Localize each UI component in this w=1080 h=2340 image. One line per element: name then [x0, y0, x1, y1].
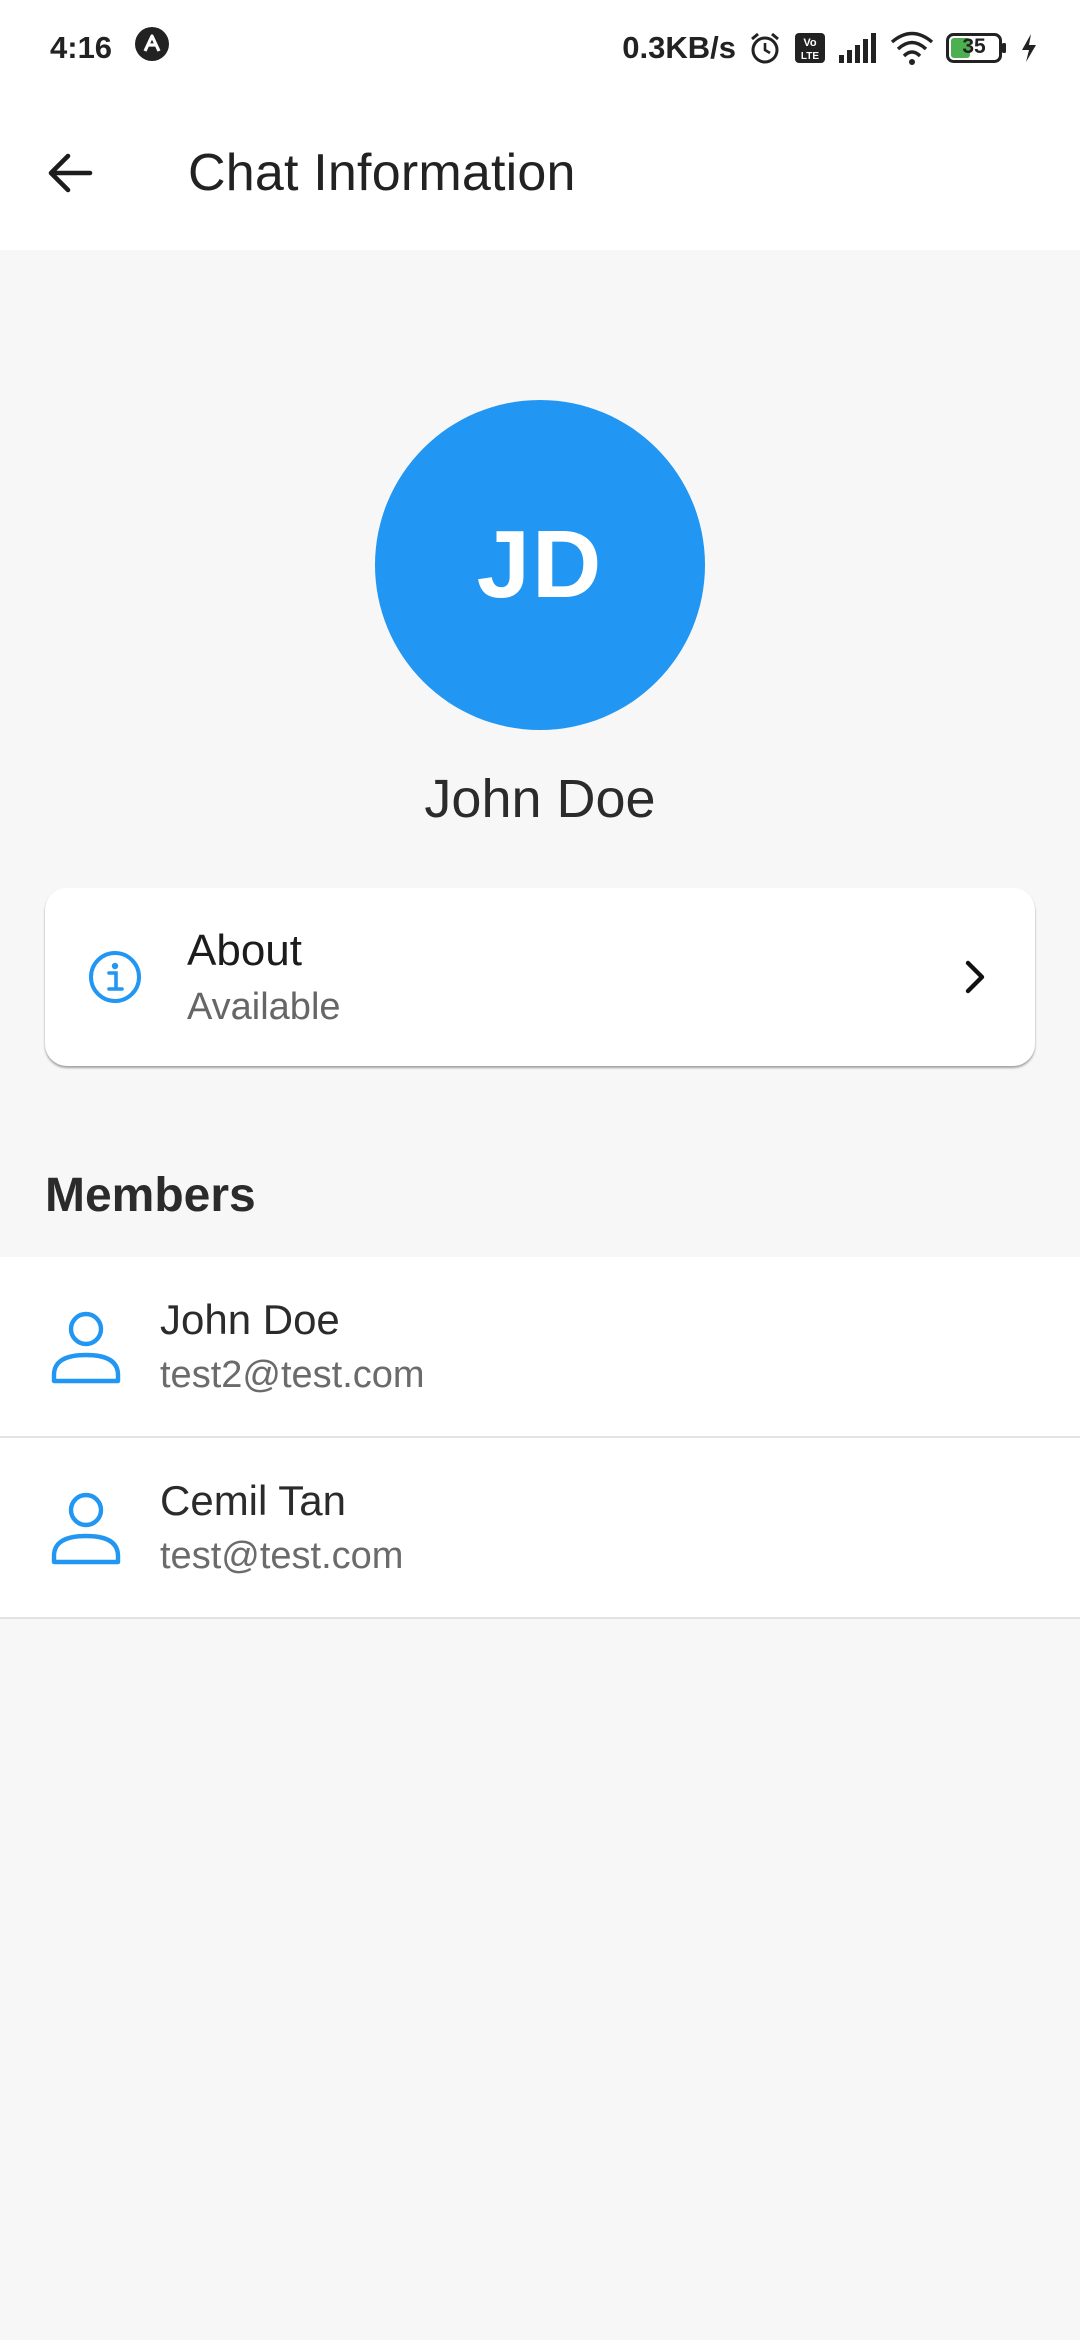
avatar: JD: [375, 400, 705, 730]
member-email: test@test.com: [160, 1535, 404, 1577]
member-email: test2@test.com: [160, 1354, 425, 1396]
signal-icon: [838, 33, 878, 63]
members-heading: Members: [45, 1169, 256, 1222]
status-right: 0.3KB/s Vo LTE 35: [622, 30, 1038, 66]
status-left: 4:16: [50, 26, 170, 70]
profile-name: John Doe: [424, 769, 656, 829]
avatar-initials: JD: [476, 511, 604, 618]
status-time: 4:16: [50, 30, 113, 65]
chevron-right-icon: [965, 960, 985, 994]
info-icon: [89, 951, 141, 1003]
member-item[interactable]: Cemil Tan test@test.com: [0, 1438, 1080, 1619]
volte-icon: Vo LTE: [794, 32, 826, 64]
member-text: John Doe test2@test.com: [160, 1296, 425, 1397]
back-button[interactable]: [0, 96, 140, 250]
svg-text:LTE: LTE: [801, 51, 819, 62]
battery-icon: 35: [946, 33, 1008, 63]
page-title: Chat Information: [188, 144, 576, 202]
person-icon: [51, 1311, 121, 1383]
person-icon: [51, 1492, 121, 1564]
about-title: About: [187, 925, 302, 975]
charging-icon: [1020, 33, 1038, 63]
wifi-icon: [890, 31, 934, 65]
about-subtitle: Available: [187, 985, 341, 1028]
member-item[interactable]: John Doe test2@test.com: [0, 1257, 1080, 1438]
status-bar: 4:16 0.3KB/s Vo LTE 35: [0, 0, 1080, 96]
app-notification-icon: [134, 26, 170, 70]
about-card[interactable]: About Available: [45, 888, 1035, 1066]
app-bar: Chat Information: [0, 96, 1080, 250]
svg-text:Vo: Vo: [803, 37, 817, 49]
member-name: Cemil Tan: [160, 1477, 346, 1524]
member-name: John Doe: [160, 1296, 340, 1343]
members-list: John Doe test2@test.com Cemil Tan test@t…: [0, 1257, 1080, 1619]
battery-level: 35: [962, 35, 986, 58]
network-speed: 0.3KB/s: [622, 30, 736, 65]
about-text: About Available: [187, 926, 955, 1029]
alarm-icon: [748, 31, 782, 65]
member-text: Cemil Tan test@test.com: [160, 1477, 403, 1578]
arrow-left-icon: [48, 153, 93, 193]
